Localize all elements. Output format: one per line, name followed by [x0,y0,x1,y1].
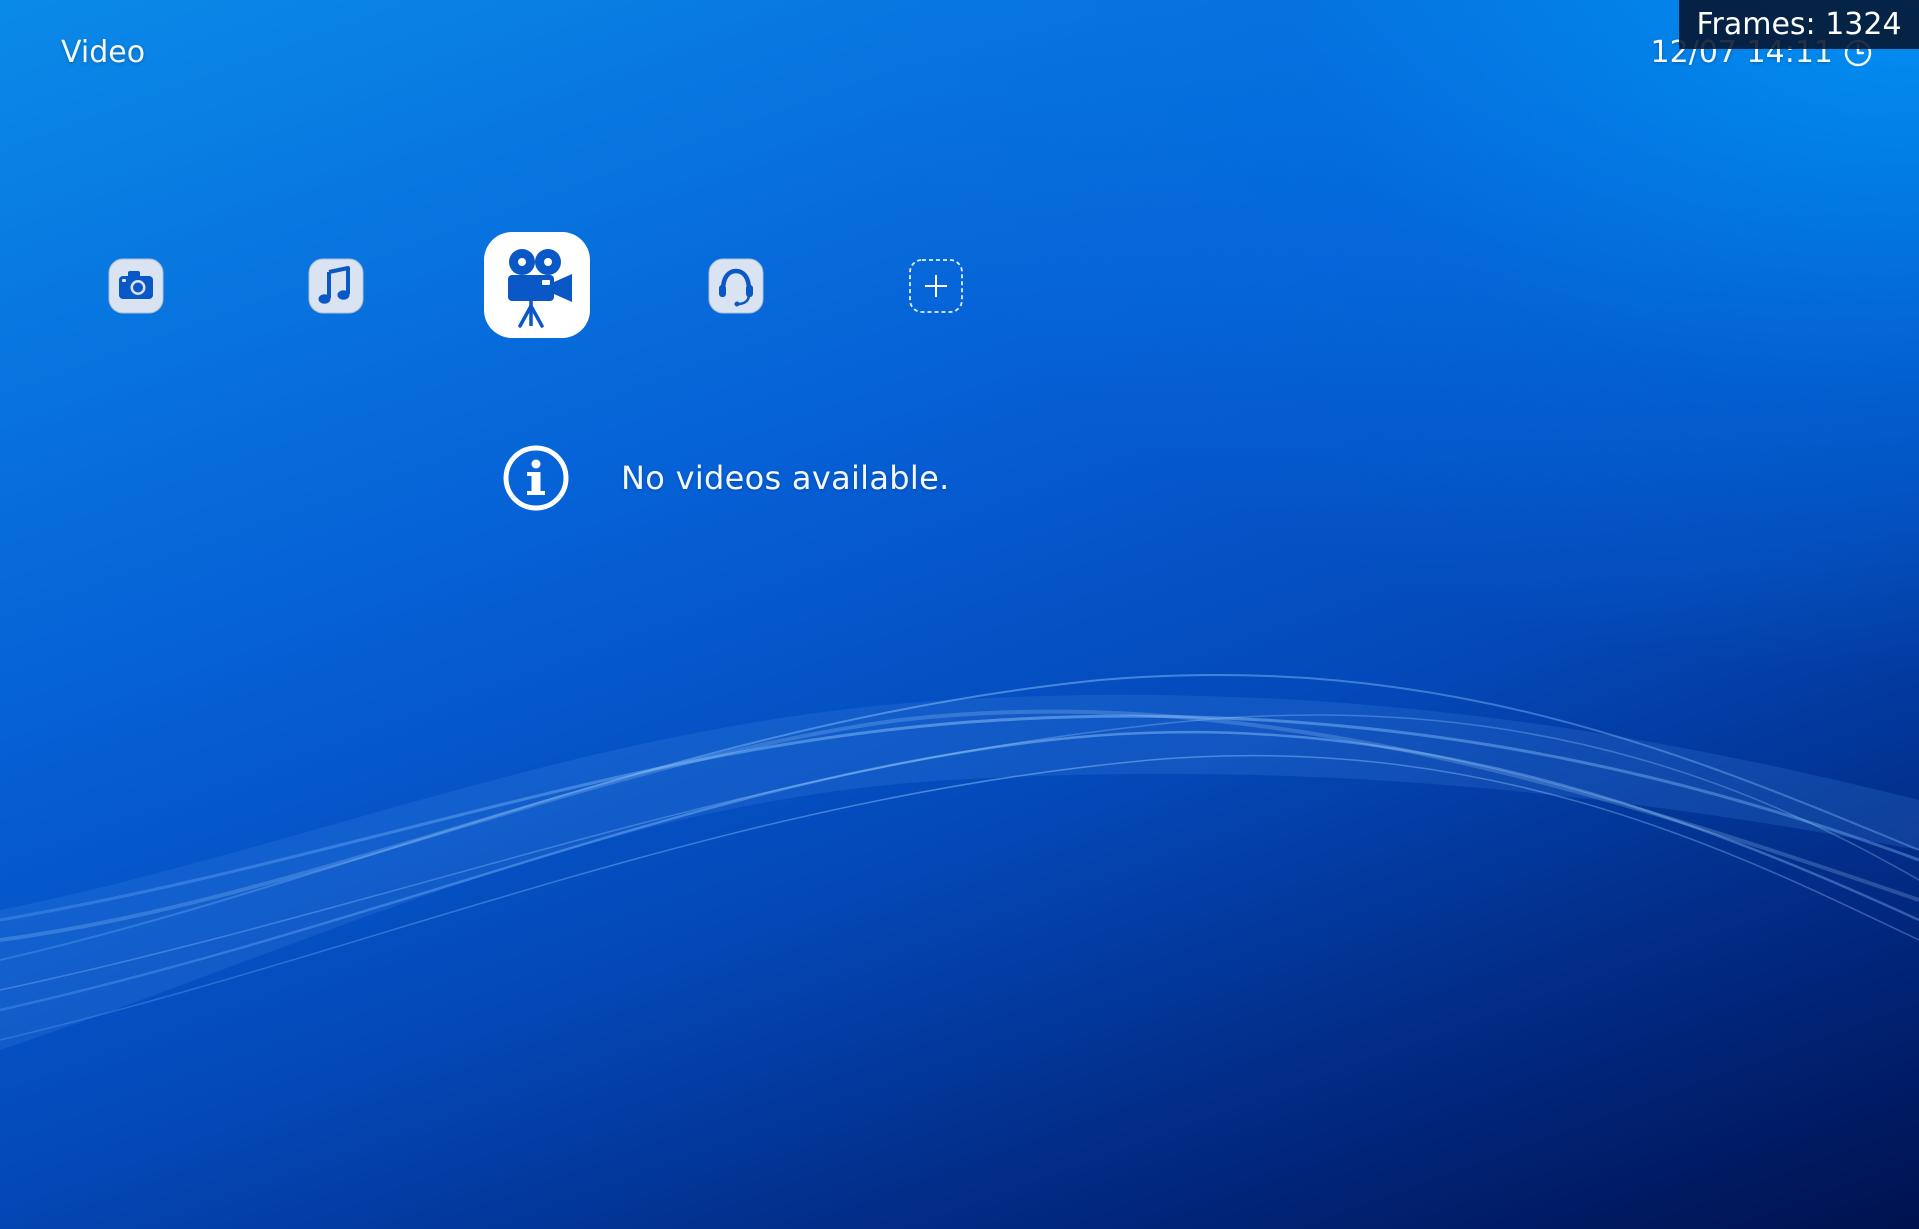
category-photo[interactable] [108,258,164,314]
music-note-icon [308,258,364,314]
info-icon [503,445,569,511]
camera-icon [108,258,164,314]
category-music[interactable] [308,258,364,314]
headset-icon [708,258,764,314]
add-icon [909,259,963,313]
category-add[interactable] [908,258,964,314]
category-support[interactable] [708,258,764,314]
empty-state-message: No videos available. [503,445,950,511]
category-video[interactable] [482,230,592,340]
movie-camera-icon [484,232,590,338]
no-videos-text: No videos available. [621,459,950,497]
category-bar [0,0,1919,400]
